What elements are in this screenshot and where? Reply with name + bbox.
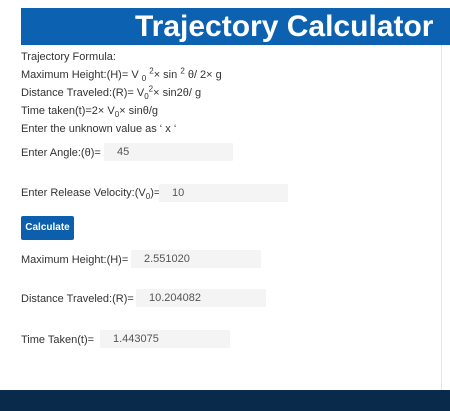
formula-time: Time taken(t)=2× V0× sinθ/g — [21, 105, 159, 119]
formula-time-tail: × sinθ/g — [119, 105, 159, 117]
calculate-button[interactable]: Calculate — [21, 216, 74, 240]
result-distance-value[interactable]: 10.204082 — [136, 289, 266, 307]
formula-max-height-tail: θ/ 2× g — [184, 69, 222, 81]
formula-heading: Trajectory Formula: — [21, 51, 116, 63]
angle-label: Enter Angle:(θ)= — [21, 147, 101, 159]
velocity-label-pre: Enter Release Velocity:(V — [21, 187, 146, 199]
velocity-input[interactable]: 10 — [159, 184, 288, 202]
formula-distance-tail: × sin2θ/ g — [153, 87, 202, 99]
formula-max-height-label: Maximum Height:(H)= V — [21, 69, 139, 81]
result-max-height-label: Maximum Height:(H)= — [21, 254, 129, 266]
footer-bar — [0, 390, 450, 411]
result-time-value[interactable]: 1.443075 — [100, 330, 230, 348]
formula-max-height-sub: 0 — [141, 74, 147, 84]
formula-max-height: Maximum Height:(H)= V 0 2× sin 2 θ/ 2× g — [21, 67, 222, 84]
velocity-label: Enter Release Velocity:(V0)= — [21, 187, 160, 201]
formula-max-height-mid: × sin — [153, 69, 178, 81]
result-time-label: Time Taken(t)= — [21, 334, 95, 346]
result-distance-label: Distance Traveled:(R)= — [21, 293, 134, 305]
content-right-border — [441, 45, 442, 390]
title-banner: Trajectory Calculator — [21, 8, 450, 45]
angle-input[interactable]: 45 — [104, 143, 233, 161]
instruction-text: Enter the unknown value as ‘ x ‘ — [21, 123, 177, 135]
formula-distance-sub: 0 — [144, 92, 149, 102]
formula-distance: Distance Traveled:(R)= V02× sin2θ/ g — [21, 85, 202, 102]
formula-distance-label: Distance Traveled:(R)= V — [21, 87, 145, 99]
formula-time-label: Time taken(t)=2× V — [21, 105, 115, 117]
page-title: Trajectory Calculator — [135, 10, 434, 43]
result-max-height-value[interactable]: 2.551020 — [131, 250, 261, 268]
